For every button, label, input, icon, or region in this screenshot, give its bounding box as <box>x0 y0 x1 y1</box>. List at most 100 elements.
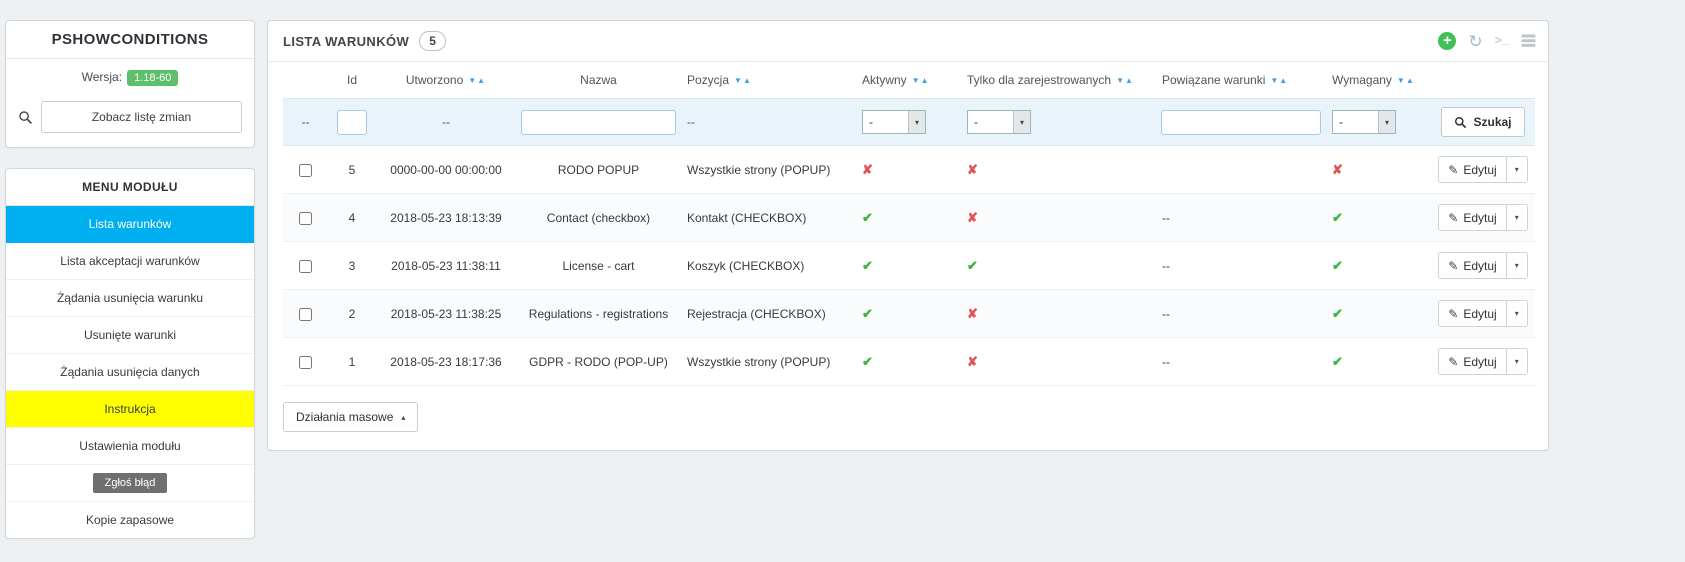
sort-icons[interactable]: ▼▲ <box>1397 76 1415 85</box>
row-created: 0000-00-00 00:00:00 <box>376 145 516 194</box>
row-related: -- <box>1156 289 1326 338</box>
row-related: -- <box>1156 241 1326 290</box>
sql-query-icon: >_ <box>1494 34 1509 48</box>
changelog-button[interactable]: Zobacz listę zmian <box>41 101 242 133</box>
filter-related-input[interactable] <box>1161 109 1321 135</box>
menu-item[interactable]: Kopie zapasowe <box>6 502 254 538</box>
column-label: Nazwa <box>580 73 617 87</box>
sort-icons[interactable]: ▼▲ <box>912 76 930 85</box>
active-mark[interactable]: ✘ <box>862 162 873 177</box>
active-mark[interactable]: ✔ <box>862 306 873 321</box>
edit-button-label: Edytuj <box>1463 210 1497 225</box>
edit-split-button: ✎ Edytuj ▾ <box>1438 348 1528 375</box>
row-checkbox[interactable] <box>299 163 312 177</box>
row-checkbox[interactable] <box>299 259 312 273</box>
filter-required-select[interactable]: - ▾ <box>1332 110 1396 134</box>
edit-split-button: ✎ Edytuj ▾ <box>1438 300 1528 327</box>
registered-only-mark[interactable]: ✘ <box>967 210 978 225</box>
bulk-actions-label: Działania masowe <box>296 410 394 424</box>
column-header-related[interactable]: Powiązane warunki ▼▲ <box>1156 62 1326 99</box>
sort-icons[interactable]: ▼▲ <box>734 76 752 85</box>
active-mark[interactable]: ✔ <box>862 354 873 369</box>
row-position: Koszyk (CHECKBOX) <box>681 241 856 290</box>
row-required-cell: ✘ <box>1326 145 1431 194</box>
sort-icons[interactable]: ▼▲ <box>1116 76 1134 85</box>
row-checkbox[interactable] <box>299 307 312 321</box>
column-header-required[interactable]: Wymagany ▼▲ <box>1326 62 1431 99</box>
edit-button[interactable]: ✎ Edytuj <box>1439 253 1505 278</box>
edit-dropdown-caret-icon[interactable]: ▾ <box>1505 205 1527 230</box>
sort-icons[interactable]: ▼▲ <box>468 76 486 85</box>
filter-registered-select[interactable]: - ▾ <box>967 110 1031 134</box>
edit-dropdown-caret-icon[interactable]: ▾ <box>1505 253 1527 278</box>
menu-item[interactable]: Żądania usunięcia warunku <box>6 280 254 317</box>
column-header-position[interactable]: Pozycja ▼▲ <box>681 62 856 99</box>
menu-item[interactable]: Lista akceptacji warunków <box>6 243 254 280</box>
bulk-actions-button[interactable]: Działania masowe ▴ <box>283 402 419 432</box>
column-header-registered-only[interactable]: Tylko dla zarejestrowanych ▼▲ <box>961 62 1156 99</box>
edit-dropdown-caret-icon[interactable]: ▾ <box>1505 157 1527 182</box>
column-header-active[interactable]: Aktywny ▼▲ <box>856 62 961 99</box>
row-name: Regulations - registrations <box>516 289 681 338</box>
required-mark[interactable]: ✔ <box>1332 354 1343 369</box>
version-row: Wersja: 1.18-60 <box>6 59 254 90</box>
pencil-icon: ✎ <box>1448 210 1459 225</box>
menu-item[interactable]: Żądania usunięcia danych <box>6 354 254 391</box>
edit-button[interactable]: ✎ Edytuj <box>1439 349 1505 374</box>
menu-item[interactable]: Ustawienia modułu <box>6 428 254 465</box>
required-mark[interactable]: ✔ <box>1332 306 1343 321</box>
table-row: 2 2018-05-23 11:38:25 Regulations - regi… <box>283 289 1535 338</box>
row-related: -- <box>1156 337 1326 386</box>
menu-item[interactable]: Usunięte warunki <box>6 317 254 354</box>
edit-button[interactable]: ✎ Edytuj <box>1439 157 1505 182</box>
search-button[interactable]: Szukaj <box>1441 107 1525 137</box>
edit-button-label: Edytuj <box>1463 162 1497 177</box>
edit-dropdown-caret-icon[interactable]: ▾ <box>1505 349 1527 374</box>
active-mark[interactable]: ✔ <box>862 210 873 225</box>
select-value: - <box>869 115 873 129</box>
search-button-label: Szukaj <box>1473 115 1512 129</box>
menu-item-label: Zgłoś błąd <box>92 473 168 493</box>
table-row: 3 2018-05-23 11:38:11 License - cart Kos… <box>283 241 1535 290</box>
sort-icons[interactable]: ▼▲ <box>1270 76 1288 85</box>
refresh-icon[interactable]: ↻ <box>1468 33 1482 50</box>
edit-split-button: ✎ Edytuj ▾ <box>1438 252 1528 279</box>
edit-split-button: ✎ Edytuj ▾ <box>1438 156 1528 183</box>
edit-split-button: ✎ Edytuj ▾ <box>1438 204 1528 231</box>
filter-active-select[interactable]: - ▾ <box>862 110 926 134</box>
required-mark[interactable]: ✔ <box>1332 258 1343 273</box>
chevron-down-icon: ▾ <box>1013 111 1030 133</box>
row-id: 4 <box>328 193 376 242</box>
menu-item[interactable]: Instrukcja <box>6 391 254 428</box>
required-mark[interactable]: ✔ <box>1332 210 1343 225</box>
registered-only-mark[interactable]: ✔ <box>967 258 978 273</box>
menu-item-label: Ustawienia modułu <box>79 439 181 453</box>
required-mark[interactable]: ✘ <box>1332 162 1343 177</box>
row-related: -- <box>1156 193 1326 242</box>
table-body: 5 0000-00-00 00:00:00 RODO POPUP Wszystk… <box>283 145 1535 386</box>
row-id: 5 <box>328 145 376 194</box>
filter-position-cell: -- <box>681 98 856 146</box>
active-mark[interactable]: ✔ <box>862 258 873 273</box>
edit-button-label: Edytuj <box>1463 354 1497 369</box>
menu-item[interactable]: Lista warunków <box>6 206 254 243</box>
row-checkbox[interactable] <box>299 211 312 225</box>
registered-only-mark[interactable]: ✘ <box>967 306 978 321</box>
menu-item[interactable]: Zgłoś błąd <box>6 465 254 502</box>
column-header-created[interactable]: Utworzono ▼▲ <box>376 62 516 99</box>
row-active-cell: ✔ <box>856 193 961 242</box>
row-active-cell: ✔ <box>856 337 961 386</box>
column-header-checkbox <box>283 62 328 99</box>
edit-button[interactable]: ✎ Edytuj <box>1439 301 1505 326</box>
registered-only-mark[interactable]: ✘ <box>967 354 978 369</box>
row-checkbox[interactable] <box>299 355 312 369</box>
conditions-table: Id Utworzono ▼▲ Nazwa Pozycja ▼▲ Aktywny ▼▲… <box>283 62 1535 386</box>
filter-id-input[interactable] <box>337 109 367 135</box>
registered-only-mark[interactable]: ✘ <box>967 162 978 177</box>
edit-dropdown-caret-icon[interactable]: ▾ <box>1505 301 1527 326</box>
filter-name-input[interactable] <box>521 109 676 135</box>
add-new-icon[interactable]: + <box>1438 32 1457 50</box>
edit-button[interactable]: ✎ Edytuj <box>1439 205 1505 230</box>
chevron-up-icon: ▴ <box>401 412 406 422</box>
column-label: Tylko dla zarejestrowanych <box>967 73 1112 87</box>
